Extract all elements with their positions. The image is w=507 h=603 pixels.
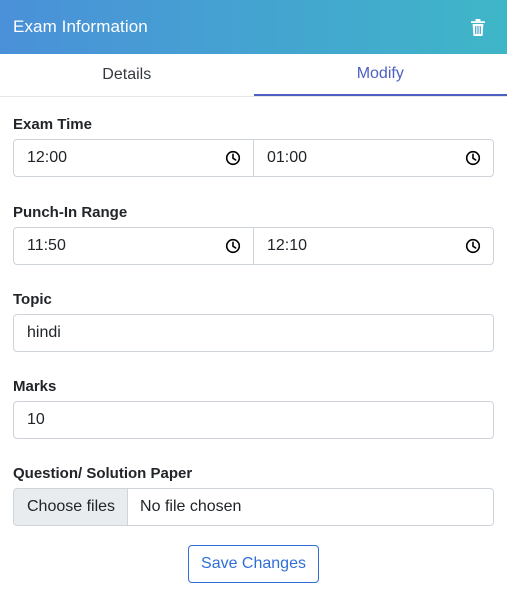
topic-value: hindi bbox=[27, 324, 61, 341]
clock-icon[interactable] bbox=[465, 150, 481, 166]
marks-input[interactable]: 10 bbox=[13, 401, 494, 439]
exam-time-start-value: 12:00 bbox=[27, 149, 68, 166]
panel-header: Exam Information bbox=[0, 0, 507, 54]
marks-label: Marks bbox=[13, 378, 57, 395]
save-changes-button[interactable]: Save Changes bbox=[188, 545, 319, 583]
tab-modify[interactable]: Modify bbox=[253, 54, 507, 96]
punch-in-end-input[interactable]: 12:10 bbox=[253, 228, 493, 264]
punch-in-end-value: 12:10 bbox=[267, 237, 308, 254]
punch-in-range-label: Punch-In Range bbox=[13, 204, 128, 221]
tab-details[interactable]: Details bbox=[0, 54, 254, 96]
topic-label: Topic bbox=[13, 291, 52, 308]
exam-time-fields: 12:00 01:00 bbox=[13, 139, 494, 177]
marks-value: 10 bbox=[27, 411, 45, 428]
clock-icon[interactable] bbox=[225, 150, 241, 166]
file-status-text: No file chosen bbox=[140, 498, 242, 515]
modify-form: Exam Time 12:00 01:00 Punch-In Range 11:… bbox=[0, 116, 507, 583]
punch-in-range-fields: 11:50 12:10 bbox=[13, 227, 494, 265]
punch-in-start-value: 11:50 bbox=[27, 237, 66, 254]
panel-title: Exam Information bbox=[13, 17, 148, 36]
tab-modify-label: Modify bbox=[356, 65, 404, 82]
delete-button[interactable] bbox=[464, 13, 492, 41]
tab-bar: Details Modify bbox=[0, 54, 507, 97]
punch-in-start-input[interactable]: 11:50 bbox=[14, 228, 253, 264]
tab-details-label: Details bbox=[102, 66, 152, 83]
save-row: Save Changes bbox=[13, 545, 494, 583]
trash-icon bbox=[471, 18, 485, 36]
exam-time-label: Exam Time bbox=[13, 116, 92, 133]
clock-icon[interactable] bbox=[465, 238, 481, 254]
exam-time-end-input[interactable]: 01:00 bbox=[253, 140, 493, 176]
paper-file-input[interactable]: Choose files No file chosen bbox=[13, 488, 494, 526]
exam-time-end-value: 01:00 bbox=[267, 149, 308, 166]
exam-information-panel: Exam Information Details Modify Exam Tim… bbox=[0, 0, 507, 603]
exam-time-start-input[interactable]: 12:00 bbox=[14, 140, 253, 176]
clock-icon[interactable] bbox=[225, 238, 241, 254]
topic-input[interactable]: hindi bbox=[13, 314, 494, 352]
paper-label: Question/ Solution Paper bbox=[13, 465, 193, 482]
choose-files-button[interactable]: Choose files bbox=[14, 489, 129, 525]
